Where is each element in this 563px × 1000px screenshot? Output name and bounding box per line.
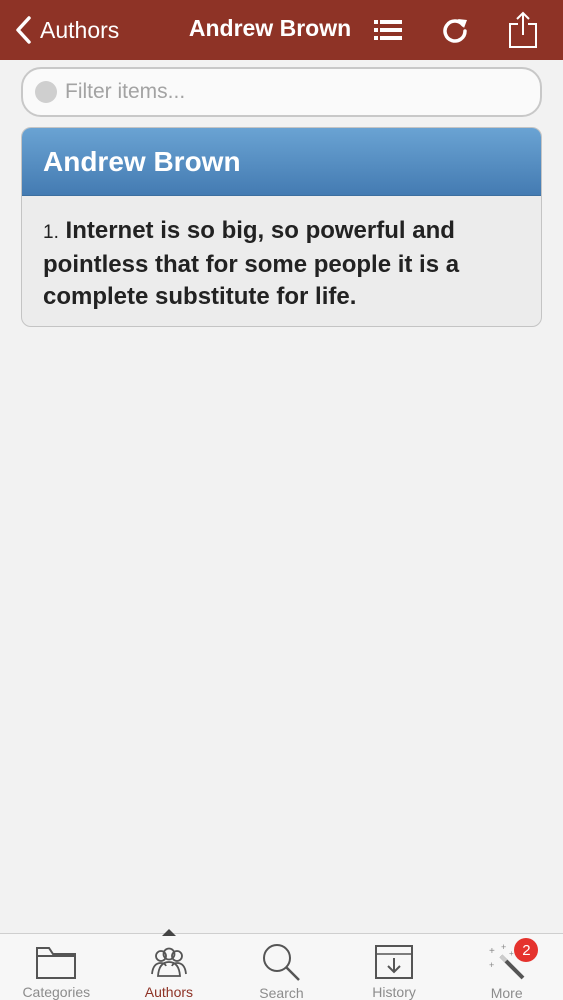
people-icon — [150, 947, 187, 977]
share-icon — [509, 11, 537, 48]
svg-text:+: + — [489, 960, 494, 970]
tab-label: More — [490, 985, 523, 1000]
share-button[interactable] — [503, 10, 543, 50]
tab-label: Search — [259, 985, 304, 1000]
back-button[interactable]: Authors — [14, 12, 119, 48]
tab-label: Categories — [22, 984, 91, 1000]
folder-icon — [36, 946, 77, 979]
svg-text:+: + — [489, 946, 495, 957]
filter-field[interactable] — [21, 67, 542, 117]
filter-indicator-icon — [35, 81, 57, 103]
chevron-left-icon — [16, 16, 31, 44]
quote-number: 1. — [43, 222, 59, 243]
back-button-label: Authors — [40, 16, 120, 43]
author-card: Andrew Brown 1. Internet is so big, so p… — [21, 127, 542, 327]
list-icon — [374, 20, 402, 40]
refresh-button[interactable] — [435, 10, 475, 50]
search-icon — [263, 944, 301, 981]
tab-more[interactable]: + + + + 2 More — [450, 934, 563, 1000]
tab-label: History — [372, 984, 416, 1000]
page-title: Andrew Brown — [188, 15, 352, 41]
tab-history[interactable]: History — [338, 934, 451, 1000]
tab-categories[interactable]: Categories — [0, 934, 113, 1000]
tab-authors[interactable]: Authors — [113, 929, 226, 1000]
svg-text:+: + — [509, 949, 514, 958]
tab-search[interactable]: Search — [225, 934, 338, 1000]
svg-text:+: + — [501, 942, 506, 952]
history-inbox-icon — [375, 944, 414, 979]
quote-text: Internet is so big, so powerful and poin… — [43, 217, 460, 310]
active-tab-caret-icon — [161, 929, 176, 936]
list-button[interactable] — [368, 10, 408, 50]
author-name: Andrew Brown — [43, 145, 241, 177]
tab-bar: Categories Authors Search History + + + … — [0, 929, 563, 1000]
filter-input[interactable] — [65, 80, 505, 104]
notification-badge: 2 — [514, 938, 539, 962]
navigation-bar: Authors Andrew Brown — [0, 0, 563, 60]
quote-item[interactable]: 1. Internet is so big, so powerful and p… — [22, 196, 541, 313]
tab-label: Authors — [144, 984, 194, 1000]
refresh-icon — [443, 19, 467, 43]
author-card-header: Andrew Brown — [22, 128, 541, 196]
